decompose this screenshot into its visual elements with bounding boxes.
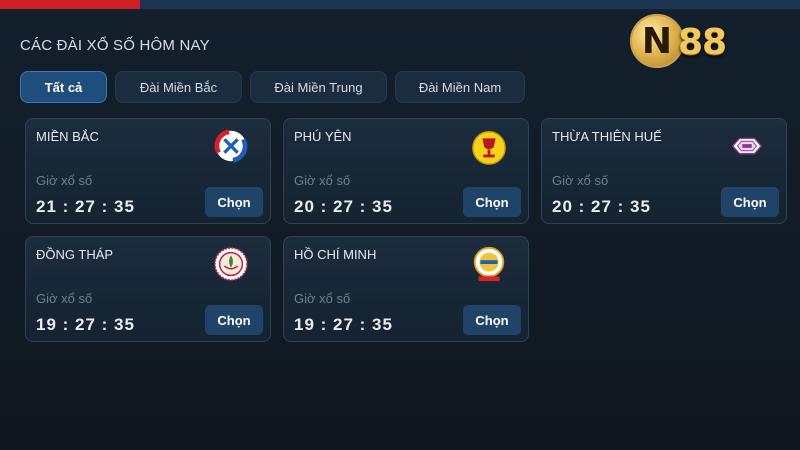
filter-tab-south[interactable]: Đài Miền Nam [395,71,525,103]
station-card-dong-thap: ĐỒNG THÁP Giờ xổ số 19 : 27 : 35 Chọn [25,236,271,342]
choose-button[interactable]: Chọn [463,187,521,217]
golden-trophy-emblem-icon [472,131,506,165]
lotus-seal-emblem-icon [213,246,249,282]
draw-time-value: 20 : 27 : 35 [294,197,393,216]
station-name: ĐỒNG THÁP [36,247,114,262]
station-card-thua-thien-hue: THỪA THIÊN HUẾ Giờ xổ số 20 : 27 : 35 Ch… [541,118,787,224]
choose-button[interactable]: Chọn [721,187,779,217]
top-accent-red-segment [0,0,140,9]
xs-red-blue-logo-icon [214,129,248,163]
section-title: CÁC ĐÀI XỔ SỐ HÔM NAY [20,37,210,54]
station-card-mien-bac: MIỀN BẮC Giờ xổ số 21 : 27 : 35 Chọn [25,118,271,224]
draw-time-label: Giờ xổ số [552,173,609,188]
station-name: HỒ CHÍ MINH [294,247,377,262]
draw-time-value: 20 : 27 : 35 [552,197,651,216]
draw-time-label: Giờ xổ số [294,291,351,306]
lottery-stations-page: CÁC ĐÀI XỔ SỐ HÔM NAY N 88 Tất cả Đài Mi… [0,0,800,450]
choose-button[interactable]: Chọn [205,305,263,335]
station-name: PHÚ YÊN [294,129,352,144]
draw-time-value: 19 : 27 : 35 [36,315,135,334]
draw-time-label: Giờ xổ số [36,291,93,306]
top-accent-bar [0,0,800,9]
citadel-gate-emblem-icon [731,137,763,155]
station-name: THỪA THIÊN HUẾ [552,129,662,144]
city-lottery-emblem-icon [473,246,505,282]
logo-coin-letter: N [641,20,673,62]
filter-tab-north[interactable]: Đài Miền Bắc [115,71,242,103]
station-card-ho-chi-minh: HỒ CHÍ MINH Giờ xổ số 19 : 27 : 35 Chọn [283,236,529,342]
draw-time-label: Giờ xổ số [294,173,351,188]
draw-time-label: Giờ xổ số [36,173,93,188]
logo-digits: 88 [678,22,727,63]
choose-button[interactable]: Chọn [463,305,521,335]
filter-tab-central[interactable]: Đài Miền Trung [250,71,387,103]
station-card-phu-yen: PHÚ YÊN Giờ xổ số 20 : 27 : 35 Chọn [283,118,529,224]
filter-tab-all[interactable]: Tất cả [20,71,107,103]
choose-button[interactable]: Chọn [205,187,263,217]
draw-time-value: 21 : 27 : 35 [36,197,135,216]
n88-logo: N 88 [628,12,738,72]
station-name: MIỀN BẮC [36,129,99,144]
draw-time-value: 19 : 27 : 35 [294,315,393,334]
